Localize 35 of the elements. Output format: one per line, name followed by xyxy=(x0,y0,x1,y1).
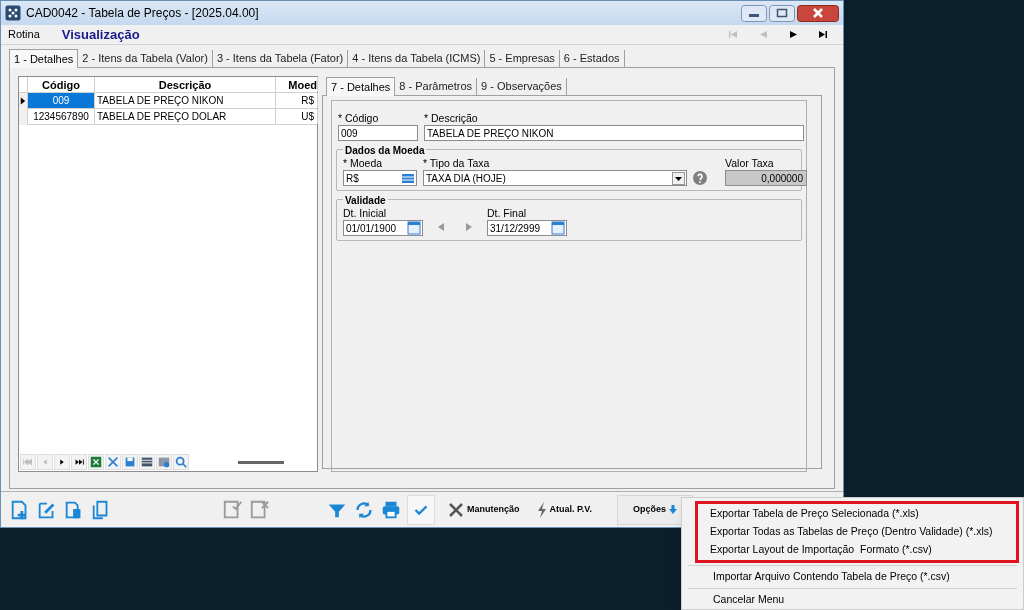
table-cell: 009 xyxy=(28,93,95,108)
field-label: Dt. Inicial xyxy=(343,206,388,220)
table-cell: TABELA DE PREÇO NIKON xyxy=(95,93,276,108)
tab[interactable]: 7 - Detalhes xyxy=(326,77,396,96)
input-field[interactable]: TAXA DIA (HOJE) xyxy=(423,170,687,186)
input-field[interactable]: 01/01/1900 xyxy=(343,220,423,236)
input-field[interactable]: TABELA DE PREÇO NIKON xyxy=(424,125,804,141)
table-cell: U$ xyxy=(276,109,318,124)
toolbar-button[interactable]: Atual. P.V. xyxy=(532,494,597,525)
column-header[interactable]: Descrição xyxy=(95,77,276,92)
menu-item[interactable]: Exportar Todas as Tabelas de Preço (Dentro Validade) (*.xls) xyxy=(698,523,1016,541)
tab[interactable]: 1 - Detalhes xyxy=(9,49,79,68)
input-field[interactable]: 31/12/2999 xyxy=(487,220,567,236)
menu-item[interactable]: Exportar Tabela de Preço Selecionada (*.xls) xyxy=(698,505,1016,523)
field-label: Valor Taxa xyxy=(725,156,775,170)
column-header[interactable]: Código xyxy=(28,77,95,92)
field-label: * Tipo da Taxa xyxy=(423,156,491,170)
menu-item[interactable]: Exportar Layout de Importação Formato (*.csv) xyxy=(698,541,1016,559)
field-label: * Descrição xyxy=(424,111,479,125)
mode-label: Visualização xyxy=(61,25,140,44)
field-label: * Código xyxy=(338,111,380,125)
table-cell: TABELA DE PREÇO DOLAR xyxy=(95,109,276,124)
field-label: * Moeda xyxy=(343,156,384,170)
menu-item[interactable]: Importar Arquivo Contendo Tabela de Preço (*.csv) xyxy=(698,568,1019,586)
input-field[interactable]: R$ xyxy=(343,170,417,186)
table-cell: 1234567890 xyxy=(28,109,95,124)
menu-item[interactable]: Rotina xyxy=(8,26,40,43)
toolbar-button[interactable]: Manutenção xyxy=(444,494,524,525)
column-header[interactable]: Moed xyxy=(276,77,318,92)
input-field: 0,000000 xyxy=(725,170,807,186)
window-title: CAD0042 - Tabela de Preços - [2025.04.00] xyxy=(26,5,259,22)
input-field[interactable]: 009 xyxy=(338,125,418,141)
menu-item[interactable]: Cancelar Menu xyxy=(698,591,1019,609)
table-cell: R$ xyxy=(276,93,318,108)
field-label: Dt. Final xyxy=(487,206,528,220)
